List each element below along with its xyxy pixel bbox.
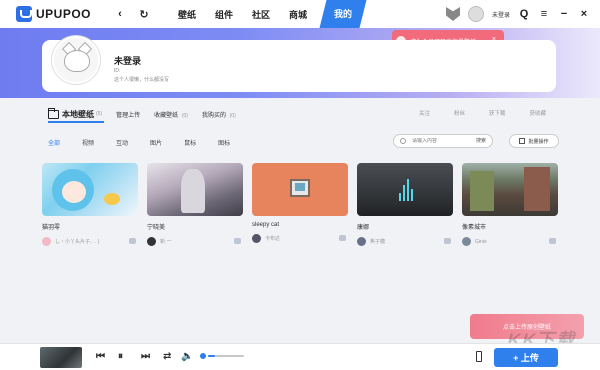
minimize-icon[interactable]: − xyxy=(558,8,570,20)
volume-knob[interactable] xyxy=(200,353,206,359)
search-button[interactable]: 搜索 xyxy=(476,137,486,144)
wallpaper-thumbnail[interactable] xyxy=(462,163,558,216)
tab-favorites-count: (0) xyxy=(181,112,188,119)
tab-local-wallpaper[interactable]: 本地壁纸 xyxy=(62,109,94,120)
author-avatar[interactable] xyxy=(462,237,471,246)
tab-active-underline xyxy=(48,121,104,123)
type-filters: 全部 视频 互动 图片 鼠标 图标 搜索 批量操作 xyxy=(42,134,559,150)
author-name[interactable]: 新·一 xyxy=(160,238,172,245)
stat-follow[interactable]: 关注 xyxy=(419,109,430,117)
author-name[interactable]: 焦子糖 xyxy=(370,238,385,245)
login-status[interactable]: 未登录 xyxy=(492,10,510,19)
close-icon[interactable]: × xyxy=(578,8,590,20)
tab-purchased-label: 我购买的 xyxy=(201,112,226,119)
author-avatar[interactable] xyxy=(42,237,51,246)
author-name[interactable]: 卡布达 xyxy=(265,235,280,242)
author-avatar[interactable] xyxy=(357,237,366,246)
comment-icon[interactable] xyxy=(339,235,346,241)
nav-widgets[interactable]: 组件 xyxy=(206,8,242,21)
wallpaper-card[interactable]: 像素城市 Ginie xyxy=(462,163,558,246)
wallpaper-thumbnail[interactable] xyxy=(357,163,453,216)
filter-video[interactable]: 视频 xyxy=(82,138,94,147)
back-icon[interactable]: ‹ xyxy=(113,7,127,21)
volume-icon[interactable]: 🔈 xyxy=(181,351,193,362)
refresh-icon[interactable]: ↻ xyxy=(137,7,151,21)
filter-all[interactable]: 全部 xyxy=(48,138,60,147)
nav-community[interactable]: 社区 xyxy=(243,8,279,21)
vip-badge-icon[interactable] xyxy=(445,7,460,21)
tab-favorites-label: 收藏壁纸 xyxy=(154,112,179,119)
wallpaper-card[interactable]: 康娜 焦子糖 xyxy=(357,163,453,246)
profile-stats: 关注 粉丝 获下载 获收藏 xyxy=(419,109,546,117)
comment-icon[interactable] xyxy=(444,238,451,244)
upload-button[interactable]: + 上传 xyxy=(494,348,558,367)
loop-icon[interactable]: ⇄ xyxy=(163,351,171,362)
player-bar: ⏮ ⏸ ⏭ ⇄ 🔈 + 上传 xyxy=(0,343,600,370)
wallpaper-card[interactable]: 猫羽零 し・小丫头片子、. ) xyxy=(42,163,138,246)
nav-store[interactable]: 商城 xyxy=(280,8,316,21)
author-avatar[interactable] xyxy=(147,237,156,246)
tab-purchased[interactable]: 我购买的 (0) xyxy=(202,110,236,119)
tab-favorites[interactable]: 收藏壁纸 (0) xyxy=(154,110,188,119)
volume-slider[interactable] xyxy=(208,355,244,357)
settings-icon[interactable]: ≡ xyxy=(538,8,550,20)
profile-name: 未登录 xyxy=(114,56,142,66)
stat-favorited: 获收藏 xyxy=(529,111,546,117)
main-nav: 壁纸 组件 社区 商城 我的 xyxy=(169,0,367,28)
nav-wallpaper[interactable]: 壁纸 xyxy=(169,8,205,21)
wallpaper-thumbnail[interactable] xyxy=(147,163,243,216)
wallpaper-title: 像素城市 xyxy=(462,225,487,231)
wallpaper-title: sleepy cat xyxy=(252,222,280,228)
author-name[interactable]: し・小丫头片子、. ) xyxy=(55,238,99,245)
wallpaper-title: 康娜 xyxy=(357,225,370,231)
wallpaper-thumbnail[interactable] xyxy=(252,163,348,216)
wallpaper-title: 猫羽零 xyxy=(42,225,61,231)
logo-text: UPUPOO xyxy=(36,7,92,21)
search-input[interactable] xyxy=(412,138,462,144)
batch-icon xyxy=(519,138,526,144)
profile-avatar[interactable] xyxy=(52,36,100,84)
comment-icon[interactable] xyxy=(129,238,136,244)
comment-icon[interactable] xyxy=(234,238,241,244)
tab-local-count: (5) xyxy=(96,111,103,117)
filter-cursor[interactable]: 鼠标 xyxy=(184,138,196,147)
wallpaper-thumbnail[interactable] xyxy=(42,163,138,216)
author-avatar[interactable] xyxy=(252,234,261,243)
top-bar: UPUPOO ‹ ↻ 壁纸 组件 社区 商城 我的 未登录 Q ≡ − × xyxy=(0,0,600,28)
next-icon[interactable]: ⏭ xyxy=(141,351,150,362)
volume-fill xyxy=(208,355,216,357)
previous-icon[interactable]: ⏮ xyxy=(96,351,105,362)
wallpaper-grid: 猫羽零 し・小丫头片子、. ) 宁晓美 新·一 sleepy cat 卡布达 康… xyxy=(42,163,558,247)
search-box: 搜索 xyxy=(393,134,493,148)
profile-signature: 这个人很懒，什么都没写 xyxy=(114,77,170,83)
filter-interactive[interactable]: 互动 xyxy=(116,138,128,147)
filter-image[interactable]: 图片 xyxy=(150,138,162,147)
stat-downloads: 获下载 xyxy=(488,111,506,117)
search-icon xyxy=(400,138,406,144)
nav-mine-label: 我的 xyxy=(334,9,353,19)
profile-id: ID: xyxy=(114,68,121,74)
batch-operation-button[interactable]: 批量操作 xyxy=(509,134,559,148)
comment-icon[interactable] xyxy=(549,238,556,244)
mobile-icon[interactable] xyxy=(476,351,482,362)
nav-mine[interactable]: 我的 xyxy=(319,0,367,28)
logo-icon xyxy=(16,6,32,22)
wallpaper-card[interactable]: 宁晓美 新·一 xyxy=(147,163,243,246)
pause-icon[interactable]: ⏸ xyxy=(118,351,123,362)
filter-icon[interactable]: 图标 xyxy=(218,138,230,147)
wallpaper-card[interactable]: sleepy cat 卡布达 xyxy=(252,163,348,243)
current-wallpaper-thumbnail[interactable] xyxy=(40,347,82,368)
tab-purchased-count: (0) xyxy=(229,112,236,119)
wallpaper-tabs: 本地壁纸 (5) 管理上传 收藏壁纸 (0) 我购买的 (0) 关注 粉丝 获下… xyxy=(42,104,558,124)
author-name[interactable]: Ginie xyxy=(475,239,487,245)
folder-icon xyxy=(48,107,59,119)
tab-manage-upload[interactable]: 管理上传 xyxy=(116,110,140,119)
batch-label: 批量操作 xyxy=(528,138,549,145)
app-logo[interactable]: UPUPOO xyxy=(16,6,91,22)
wallpaper-title: 宁晓美 xyxy=(147,225,166,231)
profile-card: 未登录 ID: 这个人很懒，什么都没写 xyxy=(42,36,556,92)
stat-fans[interactable]: 粉丝 xyxy=(454,109,465,117)
user-avatar[interactable] xyxy=(467,6,484,22)
search-icon[interactable]: Q xyxy=(518,8,530,20)
